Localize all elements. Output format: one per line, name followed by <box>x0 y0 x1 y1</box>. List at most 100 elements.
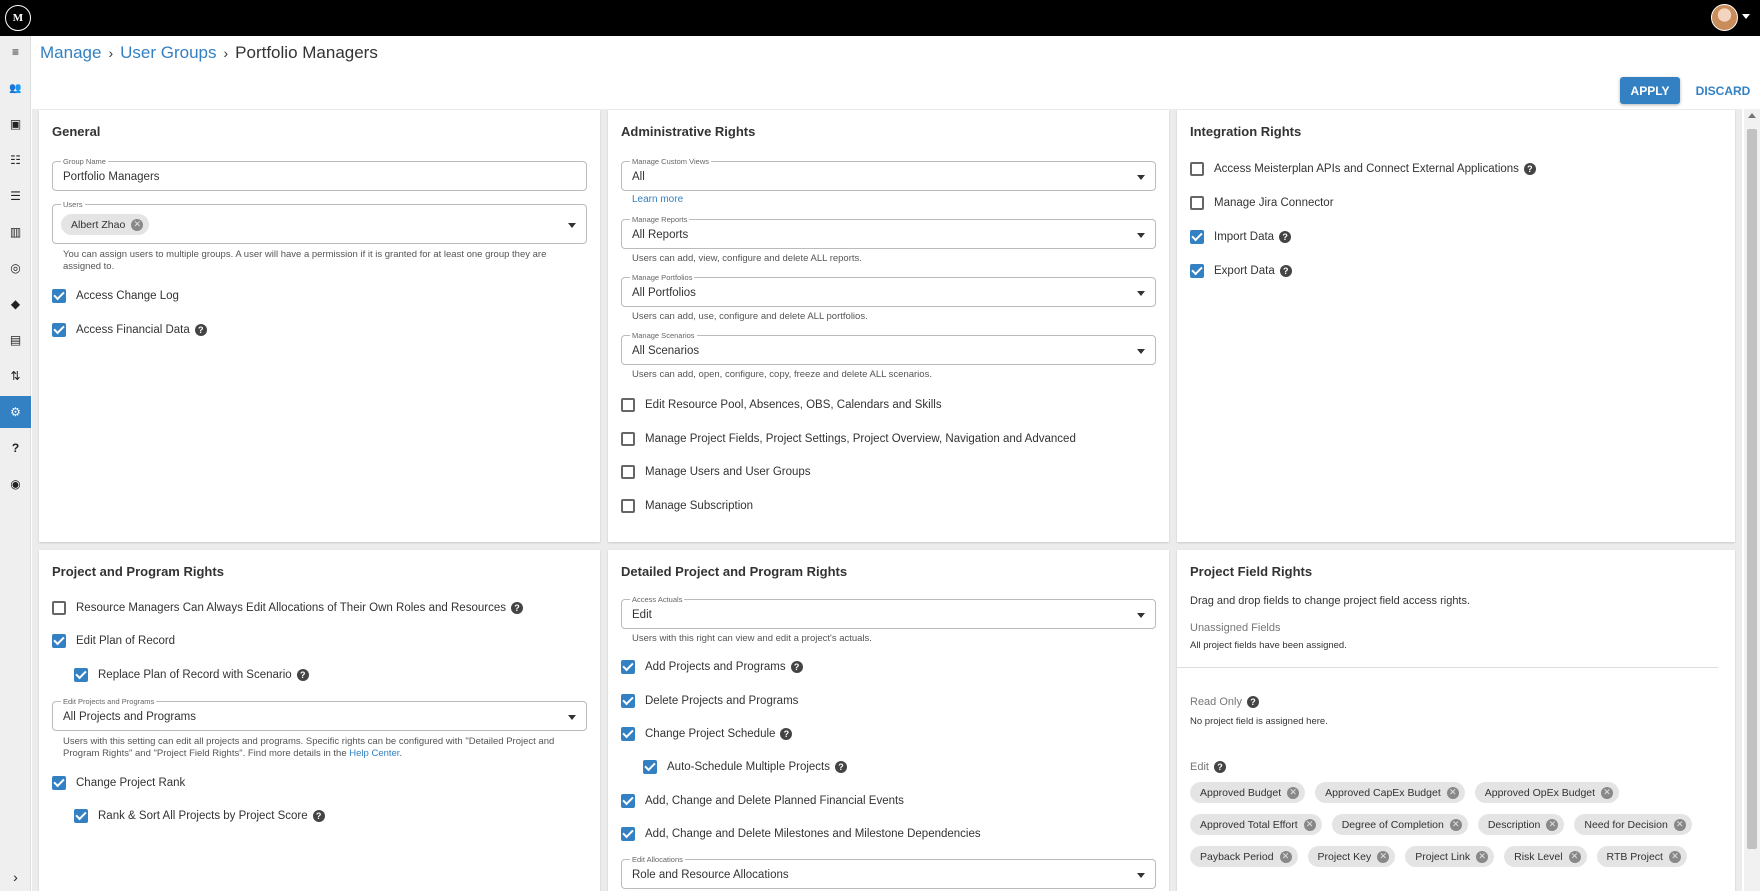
breadcrumb-manage[interactable]: Manage <box>40 43 101 63</box>
field-chip[interactable]: RTB Project ✕ <box>1596 846 1687 867</box>
chevron-down-icon[interactable] <box>1137 233 1145 238</box>
help-icon[interactable]: ? <box>780 728 793 740</box>
avatar[interactable] <box>1711 4 1738 31</box>
import-data-checkbox[interactable] <box>1190 230 1204 244</box>
scrollbar-thumb[interactable] <box>1747 129 1757 849</box>
reports-select[interactable]: Manage Reports All Reports <box>621 215 1156 249</box>
help-icon[interactable]: ? <box>790 661 803 673</box>
portfolios-select[interactable]: Manage Portfolios All Portfolios <box>621 273 1156 307</box>
help-icon[interactable]: ? <box>1213 761 1226 773</box>
change-schedule-checkbox[interactable] <box>621 727 635 741</box>
sidebar-item-help[interactable]: ? <box>0 432 31 464</box>
chevron-down-icon[interactable] <box>568 223 576 228</box>
field-chip[interactable]: Payback Period ✕ <box>1190 846 1298 867</box>
replace-plan-checkbox[interactable] <box>74 668 88 682</box>
change-schedule-row[interactable]: Change Project Schedule ? <box>621 725 793 743</box>
access-financial-data-row[interactable]: Access Financial Data ? <box>52 321 207 339</box>
access-actuals-select[interactable]: Access Actuals Edit <box>621 595 1156 629</box>
sidebar-item-manage[interactable]: ⚙ <box>0 396 31 428</box>
sidebar-item-columns[interactable]: ▥ <box>0 216 31 248</box>
replace-plan-row[interactable]: Replace Plan of Record with Scenario ? <box>74 666 309 684</box>
help-icon[interactable]: ? <box>1279 231 1292 243</box>
change-rank-row[interactable]: Change Project Rank <box>52 774 185 792</box>
remove-chip-icon[interactable]: ✕ <box>1279 850 1292 863</box>
help-center-link[interactable]: Help Center <box>349 748 399 759</box>
manage-project-fields-row[interactable]: Manage Project Fields, Project Settings,… <box>621 430 1076 448</box>
users-select[interactable]: Users Albert Zhao ✕ <box>52 200 587 244</box>
financial-events-row[interactable]: Add, Change and Delete Planned Financial… <box>621 792 904 810</box>
resource-managers-row[interactable]: Resource Managers Can Always Edit Alloca… <box>52 599 523 617</box>
manage-jira-checkbox[interactable] <box>1190 196 1204 210</box>
remove-chip-icon[interactable]: ✕ <box>1377 850 1390 863</box>
chevron-down-icon[interactable] <box>1137 613 1145 618</box>
discard-button[interactable]: DISCARD <box>1693 77 1753 104</box>
manage-project-fields-checkbox[interactable] <box>621 432 635 446</box>
auto-schedule-row[interactable]: Auto-Schedule Multiple Projects ? <box>643 758 847 776</box>
app-logo[interactable]: M <box>5 5 31 31</box>
edit-resource-pool-row[interactable]: Edit Resource Pool, Absences, OBS, Calen… <box>621 396 942 414</box>
help-icon[interactable]: ? <box>1246 696 1259 708</box>
remove-chip-icon[interactable]: ✕ <box>1601 786 1614 799</box>
sidebar-item-sort[interactable]: ⇅ <box>0 360 31 392</box>
delete-projects-row[interactable]: Delete Projects and Programs <box>621 692 798 710</box>
chevron-down-icon[interactable] <box>1137 175 1145 180</box>
access-apis-checkbox[interactable] <box>1190 162 1204 176</box>
scroll-up-icon[interactable] <box>1748 113 1756 118</box>
auto-schedule-checkbox[interactable] <box>643 760 657 774</box>
export-data-checkbox[interactable] <box>1190 264 1204 278</box>
resource-managers-checkbox[interactable] <box>52 601 66 615</box>
field-chip[interactable]: Risk Level ✕ <box>1504 846 1587 867</box>
chevron-down-icon[interactable] <box>568 715 576 720</box>
change-rank-checkbox[interactable] <box>52 776 66 790</box>
sidebar-item-compass[interactable]: ◉ <box>0 468 31 500</box>
field-chip[interactable]: Approved CapEx Budget ✕ <box>1315 782 1465 803</box>
group-name-field[interactable]: Group Name Portfolio Managers <box>52 157 587 191</box>
field-chip[interactable]: Project Key ✕ <box>1307 846 1396 867</box>
help-icon[interactable]: ? <box>835 761 847 773</box>
remove-chip-icon[interactable]: ✕ <box>1668 850 1681 863</box>
chevron-down-icon[interactable] <box>1137 873 1145 878</box>
edit-allocations-select[interactable]: Edit Allocations Role and Resource Alloc… <box>621 855 1156 889</box>
remove-chip-icon[interactable]: ✕ <box>1673 818 1686 831</box>
chevron-down-icon[interactable] <box>1137 291 1145 296</box>
sidebar-item-team[interactable]: ☷ <box>0 144 31 176</box>
remove-chip-icon[interactable]: ✕ <box>131 218 144 231</box>
access-financial-data-checkbox[interactable] <box>52 323 66 337</box>
field-chip[interactable]: Approved Total Effort ✕ <box>1190 814 1322 835</box>
scenarios-select[interactable]: Manage Scenarios All Scenarios <box>621 331 1156 365</box>
delete-projects-checkbox[interactable] <box>621 694 635 708</box>
edit-resource-pool-checkbox[interactable] <box>621 398 635 412</box>
sidebar-item-menu[interactable]: ≡ <box>0 36 31 68</box>
sidebar-item-target[interactable]: ◎ <box>0 252 31 284</box>
expand-sidebar-button[interactable]: › <box>0 863 31 891</box>
remove-chip-icon[interactable]: ✕ <box>1287 786 1300 799</box>
milestones-row[interactable]: Add, Change and Delete Milestones and Mi… <box>621 825 981 843</box>
manage-subscription-row[interactable]: Manage Subscription <box>621 497 753 515</box>
chevron-down-icon[interactable] <box>1742 14 1750 19</box>
field-chip[interactable]: Degree of Completion ✕ <box>1331 814 1468 835</box>
field-chip[interactable]: Approved OpEx Budget ✕ <box>1474 782 1620 803</box>
learn-more-link[interactable]: Learn more <box>632 194 683 205</box>
field-chip[interactable]: Description ✕ <box>1477 814 1565 835</box>
help-icon[interactable]: ? <box>296 669 309 681</box>
help-icon[interactable]: ? <box>312 810 325 822</box>
apply-button[interactable]: APPLY <box>1620 77 1680 104</box>
milestones-checkbox[interactable] <box>621 827 635 841</box>
manage-users-row[interactable]: Manage Users and User Groups <box>621 463 811 481</box>
import-data-row[interactable]: Import Data ? <box>1190 228 1292 246</box>
add-projects-row[interactable]: Add Projects and Programs ? <box>621 658 803 676</box>
help-icon[interactable]: ? <box>510 602 523 614</box>
manage-jira-row[interactable]: Manage Jira Connector <box>1190 194 1334 212</box>
manage-users-checkbox[interactable] <box>621 465 635 479</box>
chevron-down-icon[interactable] <box>1137 349 1145 354</box>
field-chip[interactable]: Project Link ✕ <box>1405 846 1495 867</box>
sidebar-item-list[interactable]: ☰ <box>0 180 31 212</box>
remove-chip-icon[interactable]: ✕ <box>1546 818 1559 831</box>
edit-plan-row[interactable]: Edit Plan of Record <box>52 632 175 650</box>
scrollbar[interactable] <box>1744 109 1760 891</box>
remove-chip-icon[interactable]: ✕ <box>1476 850 1489 863</box>
manage-subscription-checkbox[interactable] <box>621 499 635 513</box>
field-chip[interactable]: Approved Budget ✕ <box>1190 782 1306 803</box>
sidebar-item-diamond[interactable]: ◆ <box>0 288 31 320</box>
help-icon[interactable]: ? <box>194 324 207 336</box>
